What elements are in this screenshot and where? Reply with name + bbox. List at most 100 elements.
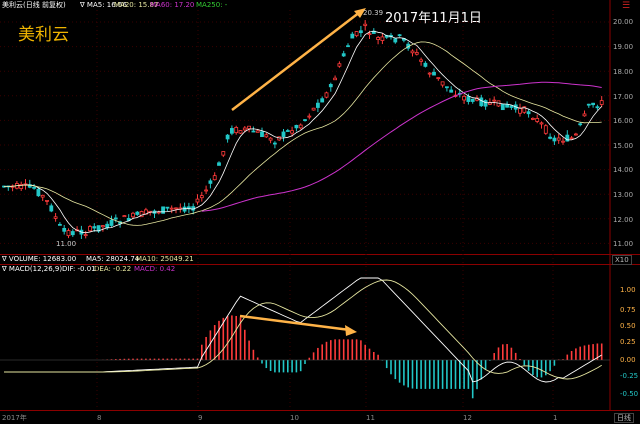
candle-body: [174, 207, 178, 210]
ma20-line: [3, 41, 602, 226]
candle-body: [457, 92, 462, 95]
candle-body: [367, 33, 372, 36]
candle-body: [414, 52, 419, 55]
candle-body: [320, 98, 325, 103]
macd-tick: 0.75: [620, 306, 636, 314]
candle-body: [548, 136, 552, 139]
kline-plot: 20.39 11.00: [0, 0, 611, 410]
candle-body: [315, 102, 320, 108]
candle-body: [290, 130, 295, 134]
date-tick: 11: [366, 414, 375, 422]
candle-body: [14, 183, 19, 189]
candle-body: [152, 210, 157, 214]
candle-body: [328, 84, 333, 88]
candle-body: [148, 210, 153, 213]
candle-body: [242, 127, 247, 131]
stock-name: 美利云: [18, 25, 69, 45]
candle-body: [19, 184, 24, 189]
candle-body: [419, 59, 424, 62]
candle-body: [32, 186, 36, 189]
candle-body: [444, 86, 449, 89]
macd-value: MACD: 0.42: [134, 265, 176, 273]
candle-body: [337, 63, 342, 67]
volume-ma5: MA5: 28024.74: [86, 255, 140, 263]
candle-body: [260, 131, 264, 138]
candle-body: [492, 99, 497, 102]
candle-body: [556, 137, 561, 141]
period-button[interactable]: 日线: [614, 413, 634, 423]
candle-body: [423, 62, 428, 67]
candle-body: [401, 38, 406, 41]
candle-body: [376, 37, 381, 40]
candle-body: [195, 198, 200, 203]
low-price-label: 11.00: [56, 240, 76, 248]
candle-body: [509, 105, 514, 108]
candle-body: [380, 36, 385, 41]
candle-body: [371, 30, 376, 34]
candle-body: [247, 125, 252, 130]
candle-body: [268, 137, 273, 141]
candle-body: [169, 207, 174, 210]
volume-unit-button[interactable]: X10: [612, 255, 632, 265]
candle-body: [505, 104, 510, 108]
candle-body: [281, 131, 286, 138]
candle-body: [410, 50, 415, 54]
price-tick: 19.00: [613, 43, 634, 51]
candle-body: [156, 211, 161, 214]
candle-body: [595, 106, 600, 109]
macd-tick: 1.00: [620, 286, 636, 294]
candle-body: [45, 200, 49, 202]
date-tick: 12: [463, 414, 472, 422]
candle-body: [204, 189, 209, 192]
candle-body: [574, 133, 578, 136]
candle-body: [122, 215, 127, 218]
hamburger-icon[interactable]: ☰: [622, 1, 630, 11]
ma5-line: [3, 30, 602, 234]
candle-body: [586, 103, 591, 106]
candle-body: [432, 71, 436, 76]
candle-body: [531, 117, 535, 120]
price-tick: 12.00: [613, 216, 634, 224]
candle-body: [135, 211, 140, 215]
candle-body: [225, 134, 230, 140]
price-tick: 17.00: [613, 93, 634, 101]
candle-body: [131, 212, 135, 218]
panel-divider: [0, 410, 640, 411]
candle-body: [591, 102, 595, 106]
stock-chart-window[interactable]: 美利云(日线 前复权) ∇ MA5: 16.66 MA20: 15.87 MA6…: [0, 0, 640, 424]
trend-arrow-up: [231, 11, 361, 111]
price-tick: 20.00: [613, 18, 634, 26]
candle-body: [333, 77, 338, 81]
candle-body: [578, 123, 583, 126]
candle-body: [303, 119, 307, 122]
candle-body: [552, 137, 557, 142]
candle-body: [143, 209, 148, 215]
candle-body: [341, 53, 346, 57]
candle-body: [518, 107, 522, 114]
annotation-date: 2017年11月1日: [385, 11, 482, 26]
candle-body: [70, 231, 75, 236]
candle-body: [363, 23, 368, 26]
candle-body: [229, 128, 234, 134]
candle-body: [496, 100, 501, 107]
candle-body: [535, 118, 540, 122]
price-tick: 18.00: [613, 68, 634, 76]
date-tick: 8: [97, 414, 102, 422]
candle-body: [389, 34, 393, 38]
candle-body: [479, 97, 484, 107]
candle-body: [427, 72, 432, 75]
candle-body: [165, 206, 170, 209]
candle-body: [522, 106, 527, 113]
candle-body: [346, 45, 350, 48]
macd-dea-line: [4, 279, 602, 380]
candle-body: [40, 194, 45, 198]
candle-body: [466, 96, 471, 102]
candle-body: [96, 225, 101, 232]
candle-body: [6, 185, 11, 188]
candle-body: [49, 205, 54, 212]
price-tick: 11.00: [613, 240, 634, 248]
date-tick: 10: [290, 414, 299, 422]
candle-body: [397, 34, 402, 37]
candle-body: [565, 134, 570, 142]
macd-tick: -0.25: [620, 372, 639, 380]
